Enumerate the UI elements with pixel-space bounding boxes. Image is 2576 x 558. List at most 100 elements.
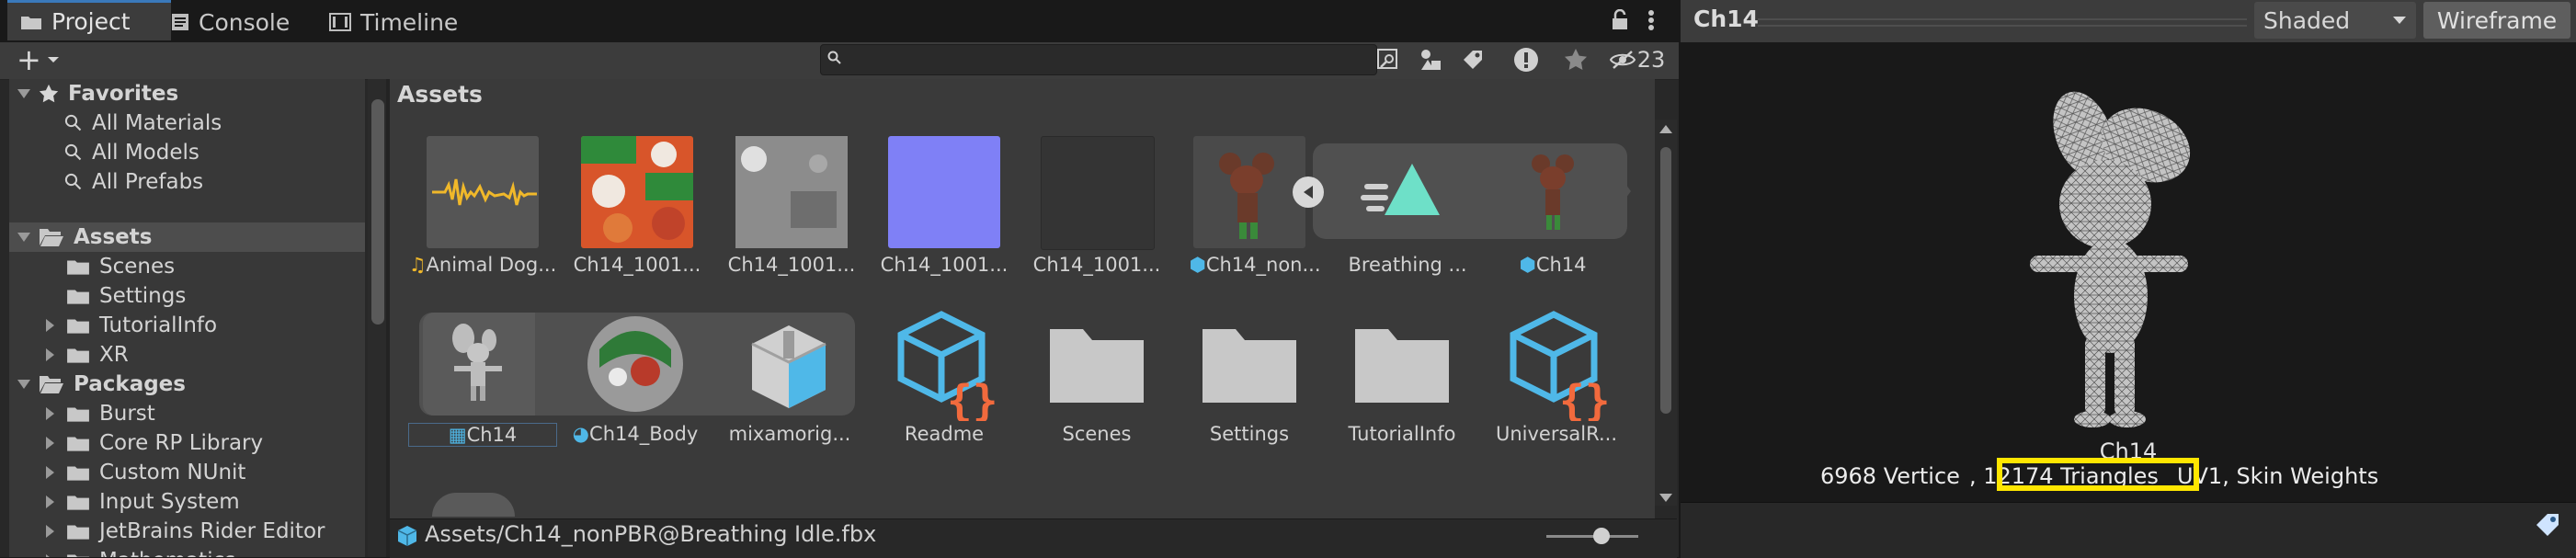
asset-item-selected[interactable]: ▦Ch14 bbox=[408, 423, 557, 447]
filter-by-label-button[interactable] bbox=[1456, 42, 1489, 77]
more-options-icon[interactable] bbox=[1647, 9, 1655, 31]
tree-item-scenes[interactable]: Scenes bbox=[9, 252, 365, 281]
tree-item-core-rp-library[interactable]: Core RP Library bbox=[9, 428, 365, 458]
asset-folder-settings[interactable] bbox=[1195, 318, 1304, 410]
filter-by-log-type-button[interactable] bbox=[1510, 42, 1543, 77]
asset-item[interactable]: ⬢Ch14 bbox=[1475, 254, 1631, 276]
asset-thumb-normal-map[interactable] bbox=[888, 136, 1000, 248]
chevron-left-icon bbox=[1304, 186, 1313, 199]
tab-bar: Project Console Timeline bbox=[0, 0, 1679, 43]
tree-packages[interactable]: Packages bbox=[9, 370, 365, 399]
tab-timeline[interactable]: Timeline bbox=[329, 2, 495, 42]
asset-item[interactable]: Ch14_1001... bbox=[866, 254, 1022, 276]
mesh-preview-icon bbox=[452, 324, 502, 401]
asset-item[interactable]: Scenes bbox=[1019, 423, 1175, 445]
search-by-scene-button[interactable] bbox=[1372, 42, 1405, 77]
asset-thumb-model-nonpbr[interactable] bbox=[1193, 136, 1305, 248]
folder-icon bbox=[67, 290, 89, 304]
folder-tree: Favorites All Materials All Models All P… bbox=[9, 79, 365, 557]
tree-favorites[interactable]: Favorites bbox=[9, 79, 365, 108]
asset-thumb-animation-clip[interactable] bbox=[1351, 136, 1464, 248]
shading-mode-dropdown[interactable]: Shaded bbox=[2254, 2, 2416, 39]
expand-arrow-icon[interactable] bbox=[44, 406, 55, 421]
asset-thumb-mesh-ch14[interactable] bbox=[423, 313, 535, 416]
lock-icon[interactable] bbox=[1611, 9, 1629, 31]
scroll-down-icon[interactable] bbox=[1658, 493, 1673, 504]
expand-arrow-icon[interactable] bbox=[44, 347, 55, 362]
expand-arrow-icon[interactable] bbox=[44, 495, 55, 509]
search-scene-icon bbox=[1377, 49, 1397, 69]
asset-item[interactable]: Breathing ... bbox=[1329, 254, 1486, 276]
asset-item[interactable]: ♫Animal Dog... bbox=[405, 254, 561, 276]
asset-item[interactable]: mixamorig... bbox=[712, 423, 868, 445]
zoom-slider-track[interactable] bbox=[1546, 535, 1638, 538]
asset-item[interactable]: Readme bbox=[866, 423, 1022, 445]
tab-console[interactable]: Console bbox=[171, 2, 322, 42]
asset-thumb-readme[interactable]: {} bbox=[886, 307, 1004, 426]
zoom-slider-handle[interactable] bbox=[1593, 528, 1610, 544]
expand-arrow-icon[interactable] bbox=[44, 553, 55, 557]
expand-arrow-icon[interactable] bbox=[17, 231, 31, 244]
search-input[interactable] bbox=[820, 44, 1377, 75]
scroll-up-icon[interactable] bbox=[1658, 123, 1673, 134]
favorites-button[interactable] bbox=[1559, 42, 1592, 77]
asset-thumb-texture-dark[interactable] bbox=[1041, 136, 1155, 250]
asset-item[interactable]: Ch14_1001... bbox=[713, 254, 870, 276]
tree-item-all-materials[interactable]: All Materials bbox=[9, 108, 365, 138]
tree-assets[interactable]: Assets bbox=[9, 222, 365, 252]
hidden-packages-toggle[interactable]: 23 bbox=[1605, 42, 1670, 77]
asset-item[interactable]: Ch14_1001... bbox=[1019, 254, 1175, 276]
wireframe-toggle[interactable]: Wireframe bbox=[2423, 2, 2570, 39]
asset-thumb-material-body[interactable] bbox=[581, 313, 690, 416]
tree-item-custom-nunit[interactable]: Custom NUnit bbox=[9, 458, 365, 487]
breadcrumb[interactable]: Assets bbox=[397, 81, 483, 108]
asset-item[interactable]: Settings bbox=[1171, 423, 1328, 445]
svg-text:{}: {} bbox=[947, 376, 997, 421]
asset-thumb-texture-gray[interactable] bbox=[735, 136, 848, 248]
folder-open-icon bbox=[40, 376, 63, 393]
asset-folder-tutorialinfo[interactable] bbox=[1348, 318, 1456, 410]
tree-item-xr[interactable]: XR bbox=[9, 340, 365, 370]
tree-item-all-models[interactable]: All Models bbox=[9, 138, 365, 167]
model-preview-viewport[interactable] bbox=[1681, 42, 2576, 500]
collapse-button[interactable] bbox=[1293, 177, 1324, 208]
asset-item[interactable]: TutorialInfo bbox=[1324, 423, 1480, 445]
asset-thumb-universal-rp[interactable]: {} bbox=[1499, 307, 1616, 426]
tree-scrollbar-thumb[interactable] bbox=[371, 99, 384, 325]
asset-item[interactable]: UniversalR... bbox=[1478, 423, 1635, 445]
asset-item[interactable]: Ch14_1001... bbox=[559, 254, 715, 276]
expand-arrow-icon[interactable] bbox=[44, 318, 55, 333]
asset-folder-scenes[interactable] bbox=[1043, 318, 1151, 410]
add-button[interactable]: + bbox=[17, 42, 60, 77]
asset-labels-icon[interactable] bbox=[2534, 511, 2561, 539]
tree-item-tutorialinfo[interactable]: TutorialInfo bbox=[9, 311, 365, 340]
filter-by-type-button[interactable] bbox=[1414, 42, 1447, 77]
expand-arrow-icon[interactable] bbox=[17, 378, 31, 391]
expand-arrow-icon[interactable] bbox=[1620, 175, 1633, 208]
asset-item[interactable]: ◕Ch14_Body bbox=[557, 423, 713, 445]
tree-item-all-prefabs[interactable]: All Prefabs bbox=[9, 167, 365, 197]
grid-scrollbar-thumb[interactable] bbox=[1660, 147, 1671, 414]
tree-item-jetbrains-rider-editor[interactable]: JetBrains Rider Editor bbox=[9, 517, 365, 546]
tree-item-burst[interactable]: Burst bbox=[9, 399, 365, 428]
asset-thumb-texture-diffuse[interactable] bbox=[581, 136, 693, 248]
folder-icon bbox=[1355, 329, 1449, 403]
expand-arrow-icon[interactable] bbox=[17, 87, 31, 100]
expand-arrow-icon[interactable] bbox=[44, 465, 55, 480]
tree-item-label: All Prefabs bbox=[92, 170, 204, 194]
tree-item-input-system[interactable]: Input System bbox=[9, 487, 365, 517]
drag-handle[interactable] bbox=[1758, 18, 2247, 27]
tree-item-settings[interactable]: Settings bbox=[9, 281, 365, 311]
asset-label: Ch14 bbox=[1535, 254, 1587, 276]
asset-thumb-model-ch14[interactable] bbox=[1497, 136, 1609, 248]
asset-thumb-avatar[interactable] bbox=[734, 313, 842, 416]
label-tag-icon bbox=[1464, 51, 1482, 69]
waveform-icon bbox=[432, 178, 537, 206]
tab-project[interactable]: Project bbox=[7, 0, 171, 40]
expand-arrow-icon[interactable] bbox=[44, 436, 55, 450]
asset-thumb-audio[interactable] bbox=[427, 136, 539, 248]
asset-item[interactable]: ⬢Ch14_non... bbox=[1177, 254, 1333, 276]
expand-arrow-icon[interactable] bbox=[44, 524, 55, 539]
texture-preview-icon bbox=[735, 136, 848, 248]
tree-item-mathematics[interactable]: Mathematics bbox=[9, 546, 365, 557]
